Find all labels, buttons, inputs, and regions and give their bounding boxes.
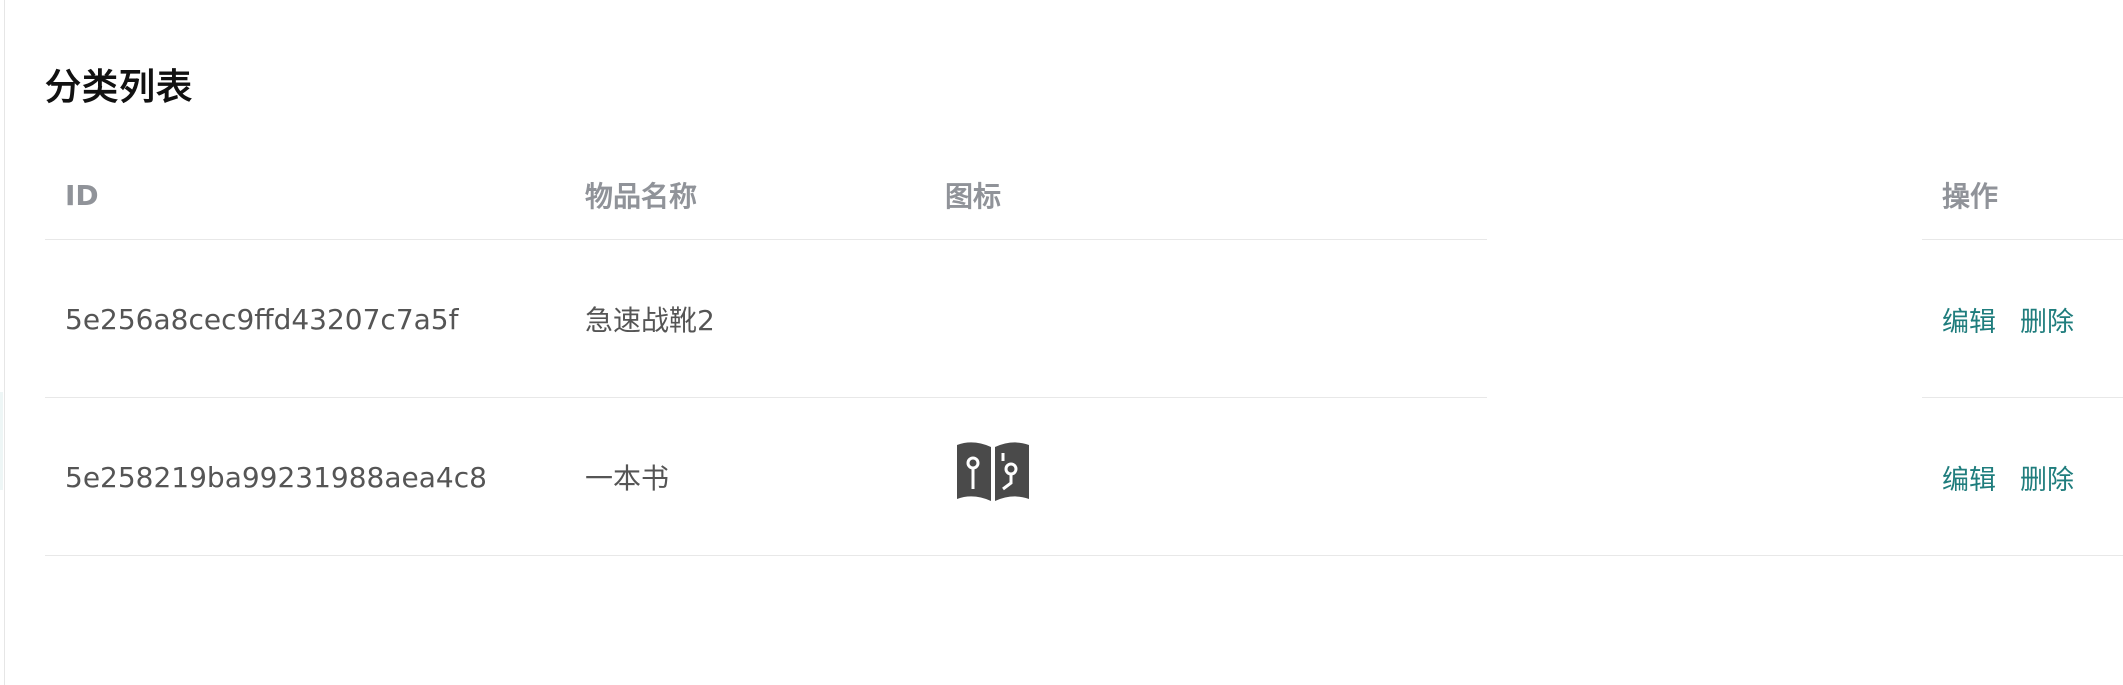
- sidebar-edge: [0, 0, 5, 685]
- page-title: 分类列表: [45, 67, 194, 108]
- delete-button[interactable]: 删除: [2020, 458, 2074, 497]
- delete-button[interactable]: 删除: [2020, 300, 2074, 339]
- row-actions: 编辑 删除: [1942, 240, 2098, 398]
- header-id: ID: [65, 178, 99, 212]
- header-icon: 图标: [945, 180, 1002, 213]
- table-header-row: ID 物品名称 图标 操作: [45, 150, 2123, 240]
- table-row: 5e258219ba99231988aea4c8 一本书 编辑 删除: [45, 398, 2123, 556]
- row-id: 5e256a8cec9ffd43207c7a5f: [65, 302, 459, 336]
- row-id: 5e258219ba99231988aea4c8: [65, 460, 487, 494]
- header-name: 物品名称: [585, 180, 698, 213]
- row-name: 急速战靴2: [585, 304, 715, 337]
- row-divider: [45, 555, 2123, 556]
- edit-button[interactable]: 编辑: [1942, 300, 1996, 339]
- header-ops: 操作: [1942, 180, 1999, 213]
- sidebar-edge-accent: [0, 392, 3, 490]
- row-name: 一本书: [585, 462, 670, 495]
- book-icon: [957, 442, 1029, 501]
- page-root: 分类列表 ID 物品名称 图标 操作 5e256a8cec9ffd43207c7…: [0, 0, 2123, 685]
- edit-button[interactable]: 编辑: [1942, 458, 1996, 497]
- row-icon-cell: [945, 398, 1033, 556]
- table-row: 5e256a8cec9ffd43207c7a5f 急速战靴2 编辑 删除: [45, 240, 2123, 398]
- row-actions: 编辑 删除: [1942, 398, 2098, 556]
- category-table: ID 物品名称 图标 操作 5e256a8cec9ffd43207c7a5f 急…: [45, 150, 2123, 556]
